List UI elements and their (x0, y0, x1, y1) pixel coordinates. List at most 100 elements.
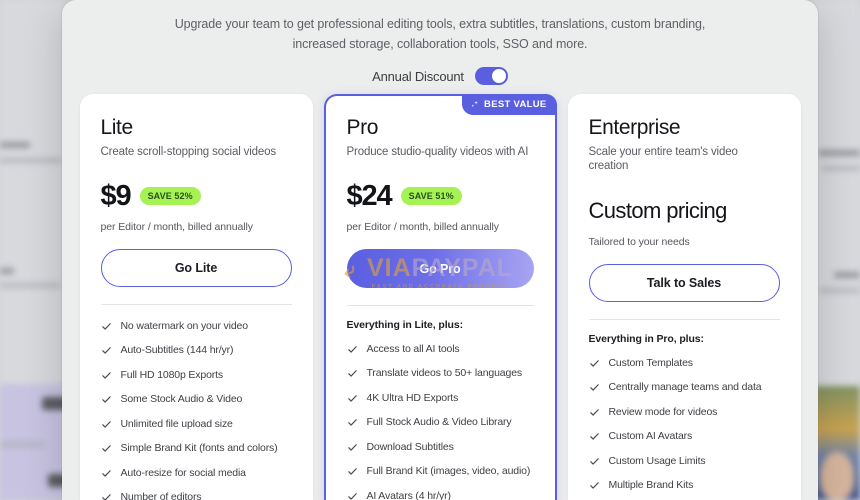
list-item: Multiple Brand Kits (589, 475, 780, 500)
plan-name-pro: Pro (346, 116, 379, 139)
feature-label: Access to all AI tools (366, 342, 460, 355)
go-pro-button[interactable]: Go Pro (346, 249, 534, 289)
check-icon (347, 393, 358, 408)
backdrop-left-content (0, 0, 70, 500)
price-row-pro: $24 SAVE 51% (347, 180, 534, 212)
price-row-enterprise: Custom pricing (589, 195, 780, 227)
check-icon (589, 480, 600, 495)
best-value-label: BEST VALUE (484, 99, 547, 110)
feature-label: Translate videos to 50+ languages (366, 367, 523, 380)
plan-tagline-enterprise: Scale your entire team's video creation (588, 145, 738, 173)
check-icon (101, 370, 112, 385)
list-item: Full Brand Kit (images, video, audio) (347, 461, 534, 486)
feature-label: 4K Ultra HD Exports (366, 391, 459, 404)
feature-label: Centrally manage teams and data (608, 381, 762, 394)
feature-label: Auto-Subtitles (144 hr/yr) (120, 344, 234, 357)
list-item: Some Stock Audio & Video (101, 389, 292, 414)
plan-card-enterprise: Enterprise Scale your entire team's vide… (567, 94, 801, 500)
check-icon (101, 345, 112, 360)
card-divider-pro (346, 305, 534, 307)
check-icon (347, 491, 358, 500)
sparkle-icon (470, 100, 480, 110)
card-divider-lite (100, 304, 292, 306)
check-icon (347, 417, 358, 432)
feature-list-enterprise: Custom Templates Centrally manage teams a… (589, 352, 780, 500)
plan-name-lite: Lite (100, 116, 134, 139)
feature-heading-pro: Everything in Lite, plus: (346, 319, 464, 332)
check-icon (101, 321, 112, 336)
feature-label: Custom Usage Limits (608, 454, 706, 467)
toggle-knob (491, 69, 506, 83)
plan-tagline-lite: Create scroll-stopping social videos (100, 145, 277, 158)
check-icon (347, 368, 358, 383)
feature-label: AI Avatars (4 hr/yr) (366, 489, 451, 500)
list-item: Review mode for videos (589, 401, 780, 426)
feature-label: Full Stock Audio & Video Library (366, 416, 512, 429)
feature-list-lite: No watermark on your video Auto-Subtitles… (101, 315, 292, 500)
price-note-enterprise: Tailored to your needs (588, 236, 690, 249)
list-item: Auto-Subtitles (144 hr/yr) (101, 340, 292, 365)
check-icon (101, 419, 112, 434)
plan-tagline-pro: Produce studio-quality videos with AI (346, 145, 529, 158)
feature-list-pro: Access to all AI tools Translate videos t… (347, 338, 534, 500)
list-item: Full Stock Audio & Video Library (347, 412, 534, 437)
annual-discount-toggle[interactable] (474, 67, 508, 85)
list-item: Unlimited file upload size (101, 413, 292, 438)
check-icon (347, 466, 358, 481)
feature-label: Auto-resize for social media (120, 466, 247, 479)
save-badge-pro: SAVE 51% (400, 187, 462, 206)
feature-label: Unlimited file upload size (120, 417, 233, 430)
feature-label: No watermark on your video (120, 319, 249, 332)
list-item: Full HD 1080p Exports (101, 364, 292, 389)
feature-label: Full Brand Kit (images, video, audio) (366, 465, 531, 478)
list-item: Simple Brand Kit (fonts and colors) (101, 438, 292, 463)
modal-intro-text: Upgrade your team to get professional ed… (174, 17, 706, 51)
check-icon (589, 358, 600, 373)
best-value-badge: BEST VALUE (462, 94, 557, 115)
check-icon (589, 456, 600, 471)
check-icon (101, 394, 112, 409)
talk-to-sales-button[interactable]: Talk to Sales (588, 264, 780, 303)
feature-label: Custom Templates (608, 356, 694, 369)
go-lite-button[interactable]: Go Lite (100, 249, 292, 288)
list-item: Auto-resize for social media (101, 462, 292, 487)
plan-name-enterprise: Enterprise (588, 116, 681, 139)
price-note-pro: per Editor / month, billed annually (346, 221, 499, 234)
list-item: Centrally manage teams and data (589, 377, 780, 402)
annual-discount-label: Annual Discount (372, 68, 464, 84)
check-icon (101, 443, 112, 458)
feature-label: Number of editors (120, 491, 202, 500)
annual-discount-row: Annual Discount (62, 67, 818, 85)
list-item: AI Avatars (4 hr/yr) (347, 485, 534, 500)
check-icon (101, 468, 112, 483)
feature-label: Download Subtitles (366, 440, 454, 453)
list-item: 4K Ultra HD Exports (347, 387, 534, 412)
list-item: Custom AI Avatars (589, 426, 780, 451)
feature-label: Full HD 1080p Exports (120, 368, 224, 381)
list-item: Access to all AI tools (347, 338, 534, 363)
list-item: No watermark on your video (101, 315, 292, 340)
list-item: Download Subtitles (347, 436, 534, 461)
feature-label: Review mode for videos (608, 405, 718, 418)
plan-price-enterprise: Custom pricing (588, 198, 728, 224)
check-icon (347, 344, 358, 359)
backdrop-right-content (814, 0, 860, 500)
check-icon (101, 492, 112, 500)
save-badge-lite: SAVE 52% (139, 187, 201, 206)
plan-card-lite: Lite Create scroll-stopping social video… (79, 94, 313, 500)
list-item: Translate videos to 50+ languages (347, 363, 534, 388)
check-icon (589, 407, 600, 422)
list-item: Custom Usage Limits (589, 450, 780, 475)
price-row-lite: $9 SAVE 52% (101, 180, 292, 212)
card-divider-enterprise (588, 319, 780, 321)
list-item: Number of editors (101, 487, 292, 500)
feature-label: Custom AI Avatars (608, 430, 693, 443)
feature-heading-enterprise: Everything in Pro, plus: (588, 333, 705, 346)
list-item: Custom Templates (589, 352, 780, 377)
plan-cards-row: Lite Create scroll-stopping social video… (62, 94, 818, 500)
check-icon (589, 382, 600, 397)
plan-price-pro: $24 (346, 179, 393, 212)
feature-label: Simple Brand Kit (fonts and colors) (120, 442, 278, 455)
plan-price-lite: $9 (100, 179, 132, 212)
price-note-lite: per Editor / month, billed annually (100, 221, 253, 234)
